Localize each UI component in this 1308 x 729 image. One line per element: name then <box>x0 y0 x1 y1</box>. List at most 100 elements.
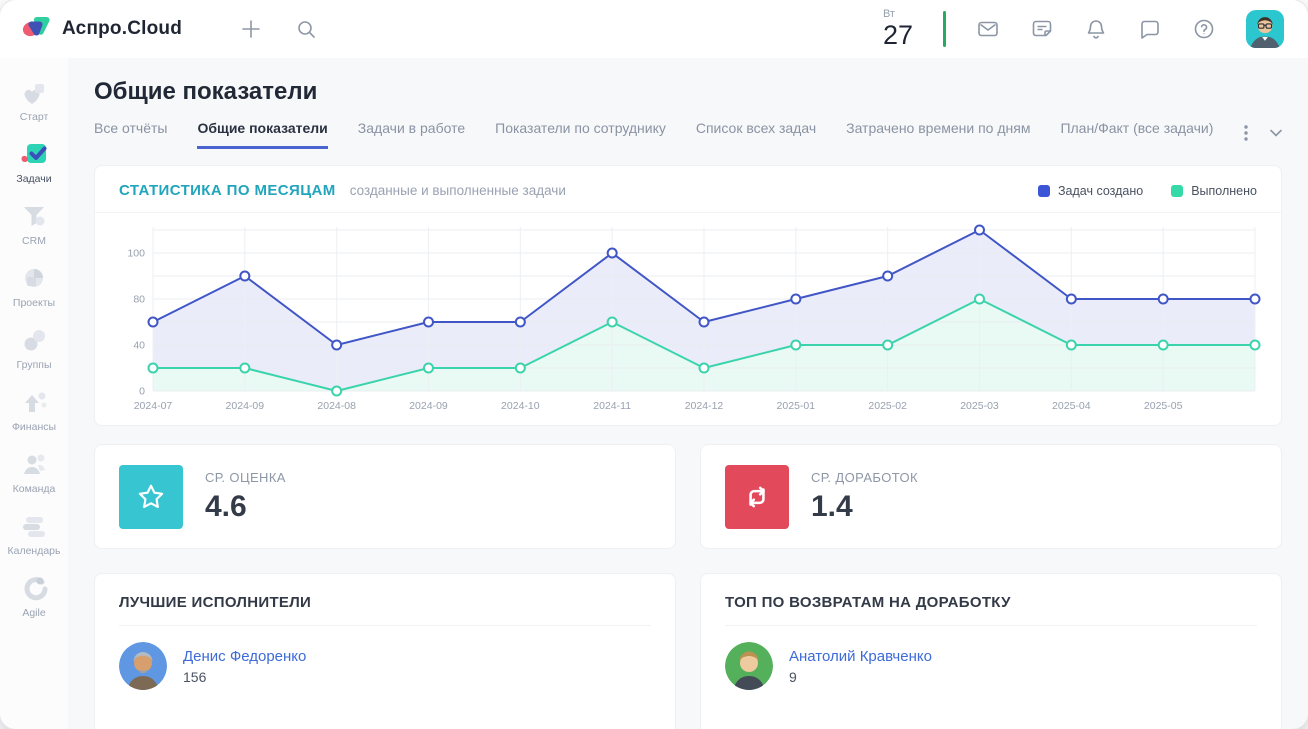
x-tick-label: 2024-09 <box>226 400 265 412</box>
help-icon[interactable] <box>1192 17 1216 41</box>
data-point[interactable] <box>332 387 341 396</box>
weekday-label: Вт <box>883 9 913 20</box>
stats-row: СР. ОЦЕНКА 4.6 СР. ДОРАБОТОК 1.4 <box>94 444 1282 549</box>
sidebar-item-label: Календарь <box>8 545 61 557</box>
chevron-down-icon[interactable] <box>1270 129 1282 137</box>
tabs-extra <box>1244 125 1282 149</box>
calendar-icon <box>19 512 49 540</box>
tab-4[interactable]: Список всех задач <box>696 120 816 149</box>
top-reworks-card: ТОП ПО ВОЗВРАТАМ НА ДОРАБОТКУ Анатолий <box>700 573 1282 729</box>
agile-icon <box>19 574 49 602</box>
sidebar-item-label: Agile <box>22 607 45 619</box>
tab-2[interactable]: Задачи в работе <box>358 120 465 149</box>
kebab-menu-icon[interactable] <box>1244 125 1248 141</box>
sidebar-item-команда[interactable]: Команда <box>0 442 68 504</box>
person-name[interactable]: Денис Федоренко <box>183 648 306 665</box>
brand-name: Аспро.Cloud <box>62 18 182 40</box>
chat-icon[interactable] <box>1138 17 1162 41</box>
data-point[interactable] <box>149 318 158 327</box>
data-point[interactable] <box>791 295 800 304</box>
data-point[interactable] <box>424 318 433 327</box>
data-point[interactable] <box>1251 295 1260 304</box>
x-tick-label: 2025-03 <box>960 400 999 412</box>
brand[interactable]: Аспро.Cloud <box>22 14 182 45</box>
data-point[interactable] <box>975 226 984 235</box>
timer-indicator <box>943 11 946 47</box>
data-point[interactable] <box>608 318 617 327</box>
legend-item[interactable]: Задач создано <box>1038 184 1143 198</box>
data-point[interactable] <box>608 249 617 258</box>
sidebar-item-label: Проекты <box>13 297 55 309</box>
tab-1[interactable]: Общие показатели <box>197 120 327 149</box>
stat-value: 1.4 <box>811 490 918 524</box>
x-tick-label: 2024-12 <box>685 400 724 412</box>
avg-rework-card[interactable]: СР. ДОРАБОТОК 1.4 <box>700 444 1282 549</box>
sidebar-item-label: Финансы <box>12 421 56 433</box>
data-point[interactable] <box>700 318 709 327</box>
calendar-date[interactable]: Вт 27 <box>883 9 913 49</box>
line-chart[interactable]: 040801002024-072024-092024-082024-092024… <box>119 219 1259 417</box>
list-item: Денис Федоренко 156 <box>119 642 651 690</box>
data-point[interactable] <box>424 364 433 373</box>
data-point[interactable] <box>332 341 341 350</box>
list-title: ЛУЧШИЕ ИСПОЛНИТЕЛИ <box>119 594 651 626</box>
mail-icon[interactable] <box>976 17 1000 41</box>
avg-rating-card[interactable]: СР. ОЦЕНКА 4.6 <box>94 444 676 549</box>
chart-title: СТАТИСТИКА ПО МЕСЯЦАМ <box>119 182 336 199</box>
x-tick-label: 2024-09 <box>409 400 448 412</box>
search-button[interactable] <box>296 19 317 40</box>
data-point[interactable] <box>1067 341 1076 350</box>
sidebar-item-label: Задачи <box>16 173 51 185</box>
sidebar-item-старт[interactable]: Старт <box>0 70 68 132</box>
tab-6[interactable]: План/Факт (все задачи) <box>1060 120 1213 149</box>
data-point[interactable] <box>1159 295 1168 304</box>
legend-item[interactable]: Выполнено <box>1171 184 1257 198</box>
data-point[interactable] <box>516 318 525 327</box>
tab-0[interactable]: Все отчёты <box>94 120 167 149</box>
person-avatar[interactable] <box>725 642 773 690</box>
bell-icon[interactable] <box>1084 17 1108 41</box>
sidebar-item-agile[interactable]: Agile <box>0 566 68 628</box>
data-point[interactable] <box>240 364 249 373</box>
stat-label: СР. ОЦЕНКА <box>205 470 286 485</box>
notes-icon[interactable] <box>1030 17 1054 41</box>
add-button[interactable] <box>240 18 262 40</box>
sidebar-item-финансы[interactable]: Финансы <box>0 380 68 442</box>
tabs: Все отчёты Общие показатели Задачи в работ… <box>94 120 1282 149</box>
data-point[interactable] <box>1159 341 1168 350</box>
x-tick-label: 2024-07 <box>134 400 173 412</box>
legend-swatch <box>1038 185 1050 197</box>
data-point[interactable] <box>791 341 800 350</box>
data-point[interactable] <box>975 295 984 304</box>
x-tick-label: 2025-02 <box>868 400 907 412</box>
y-tick-label: 80 <box>133 294 145 306</box>
sidebar-item-группы[interactable]: Группы <box>0 318 68 380</box>
sidebar-item-crm[interactable]: CRM <box>0 194 68 256</box>
legend-label: Выполнено <box>1191 184 1257 198</box>
data-point[interactable] <box>516 364 525 373</box>
tab-3[interactable]: Показатели по сотруднику <box>495 120 666 149</box>
data-point[interactable] <box>149 364 158 373</box>
lists-row: ЛУЧШИЕ ИСПОЛНИТЕЛИ Де <box>94 573 1282 729</box>
data-point[interactable] <box>883 272 892 281</box>
x-tick-label: 2024-11 <box>593 400 631 412</box>
team-icon <box>19 450 49 478</box>
data-point[interactable] <box>1067 295 1076 304</box>
data-point[interactable] <box>1251 341 1260 350</box>
data-point[interactable] <box>240 272 249 281</box>
main-content: Общие показатели Все отчёты Общие показат… <box>68 58 1308 729</box>
sidebar-item-проекты[interactable]: Проекты <box>0 256 68 318</box>
data-point[interactable] <box>700 364 709 373</box>
sidebar-item-задачи[interactable]: Задачи <box>0 132 68 194</box>
person-name[interactable]: Анатолий Кравченко <box>789 648 932 665</box>
x-tick-label: 2025-01 <box>777 400 816 412</box>
chart-area: 040801002024-072024-092024-082024-092024… <box>95 213 1281 425</box>
x-tick-label: 2025-05 <box>1144 400 1183 412</box>
list-title: ТОП ПО ВОЗВРАТАМ НА ДОРАБОТКУ <box>725 594 1257 626</box>
user-avatar[interactable] <box>1246 10 1284 48</box>
person-avatar[interactable] <box>119 642 167 690</box>
y-tick-label: 0 <box>139 386 145 398</box>
sidebar-item-календарь[interactable]: Календарь <box>0 504 68 566</box>
data-point[interactable] <box>883 341 892 350</box>
tab-5[interactable]: Затрачено времени по дням <box>846 120 1030 149</box>
